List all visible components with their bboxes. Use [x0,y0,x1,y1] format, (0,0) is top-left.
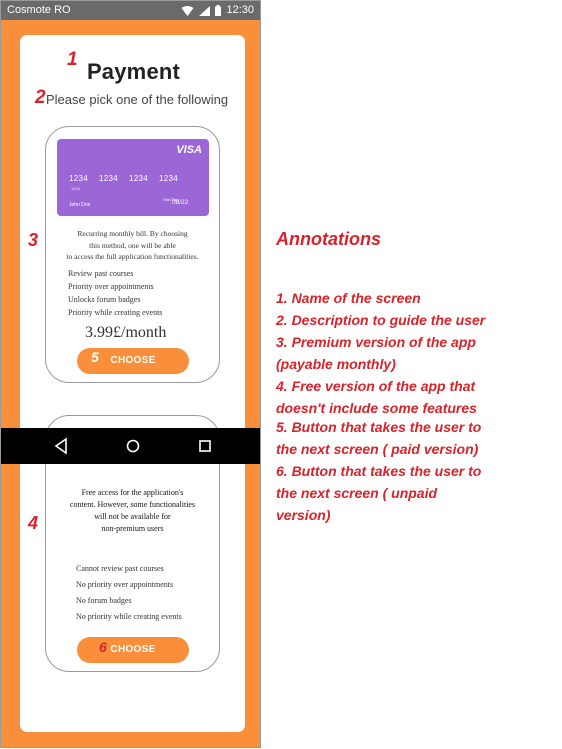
annotation-line: 1. Name of the screen [276,290,421,306]
home-icon[interactable] [125,437,141,455]
feature-item: Unlocks forum badges [68,295,141,304]
recents-icon[interactable] [198,437,212,455]
card-number: 1234 1234 1234 1234 [69,174,178,183]
annotation-line: 3. Premium version of the app [276,334,476,350]
annotation-line: 6. Button that takes the user to [276,463,482,479]
marker-6: 6 [99,639,107,655]
phone-screen: Cosmote RO 12:30 1 Payment 2 Please pick… [0,0,261,748]
card-number-group: 1234 [159,174,178,183]
annotation-line: version) [276,507,331,523]
feature-item: No priority while creating events [76,612,182,621]
signal-icon [199,5,211,16]
marker-3: 3 [28,230,39,250]
choose-free-label: CHOOSE [110,644,156,655]
marker-2: 2 [35,87,46,108]
visa-logo: VISA [176,144,202,156]
card-number-group: 1234 [99,174,118,183]
feature-item: Priority over appointments [68,282,154,291]
feature-item: No forum badges [76,596,132,605]
description-line: will not be available for [94,512,171,521]
page-subtitle: Please pick one of the following [46,92,229,107]
credit-card-image: VISA 1234 1234 1234 1234 1234 John Doe V… [57,139,209,216]
description-line: this method, one will be able [89,240,176,250]
description-line: Recurring monthly bill. By choosing [77,229,188,238]
annotation-line: (payable monthly) [276,356,396,372]
choose-premium-label: CHOOSE [110,355,156,366]
marker-4: 4 [28,513,39,533]
free-features: Cannot review past courses No priority o… [76,561,182,625]
annotations-heading: Annotations [276,229,381,249]
marker-5: 5 [91,349,99,365]
status-time: 12:30 [226,4,254,16]
premium-price: 3.99£/month [85,324,167,341]
status-icons: 12:30 [181,1,254,20]
status-bar: Cosmote RO 12:30 [1,1,260,20]
card-small-number: 1234 [71,186,80,191]
premium-description: Recurring monthly bill. By choosing this… [51,228,214,263]
feature-item: Review past courses [68,269,134,278]
description-line: Free access for the application's [81,488,184,497]
annotation-line: 5. Button that takes the user to [276,419,482,435]
card-number-group: 1234 [69,174,88,183]
navigation-bar [1,428,260,464]
card-holder: John Doe [69,202,91,208]
annotation-line: 2. Description to guide the user [276,312,486,328]
page-title: Payment [86,59,181,84]
card-number-group: 1234 [129,174,148,183]
description-line: to access the full application functiona… [66,252,199,261]
feature-item: No priority over appointments [76,580,174,589]
feature-item: Priority while creating events [68,308,163,317]
description-line: non-premium users [101,524,164,533]
description-line: content. However, some functionalities [69,500,196,509]
wifi-icon [181,5,194,16]
battery-icon [215,5,222,16]
carrier-label: Cosmote RO [7,4,71,16]
back-icon[interactable] [54,437,68,455]
feature-item: Cannot review past courses [76,564,164,573]
annotation-line: the next screen ( paid version) [276,441,479,457]
card-expiry: 08/22 [172,199,189,206]
choose-free-button[interactable]: CHOOSE [77,637,189,663]
annotation-line: 4. Free version of the app that [276,378,476,394]
premium-features: Review past courses Priority over appoin… [68,267,162,319]
annotation-line: the next screen ( unpaid [276,485,438,501]
free-description: Free access for the application's conten… [51,487,214,535]
